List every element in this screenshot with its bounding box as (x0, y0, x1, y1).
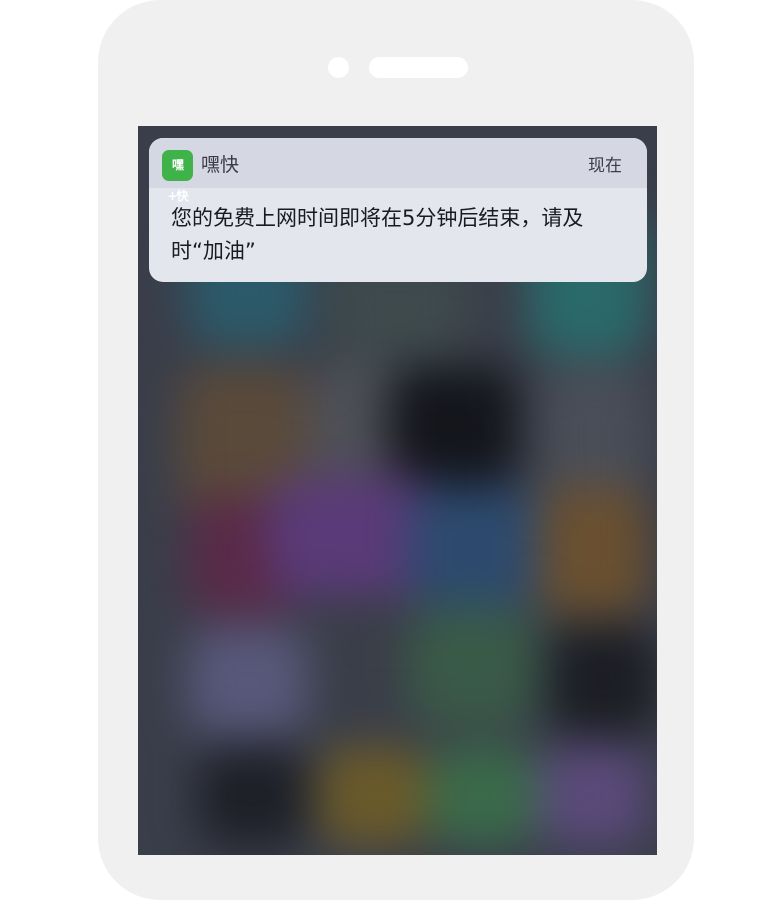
blurred-dock-icon (428, 746, 538, 846)
app-icon-glyph: 嘿+快 (167, 158, 188, 203)
blurred-dock-icon (538, 746, 648, 846)
blurred-app-icon (538, 486, 648, 616)
heikuai-app-icon: 嘿+快 (162, 150, 193, 203)
blurred-app-icon (408, 606, 538, 726)
push-notification-banner[interactable]: 嘿+快 嘿快 现在 您的免费上网时间即将在5分钟后结束，请及时“加油” (149, 138, 647, 282)
blurred-app-icon (548, 626, 657, 736)
app-name: 嘿快 (201, 154, 240, 176)
blurred-app-icon (388, 366, 518, 486)
blurred-dock-icon (198, 746, 308, 846)
earpiece-speaker (369, 57, 468, 78)
notification-time: 现在 (588, 156, 622, 176)
blurred-app-icon (408, 486, 538, 606)
front-camera (328, 57, 349, 78)
blurred-app-icon (188, 626, 308, 736)
blurred-dock-icon (318, 746, 428, 846)
notification-header: 嘿+快 嘿快 现在 (149, 138, 647, 203)
notification-message: 您的免费上网时间即将在5分钟后结束，请及时“加油” (171, 206, 584, 263)
blurred-app-icon (538, 366, 648, 506)
